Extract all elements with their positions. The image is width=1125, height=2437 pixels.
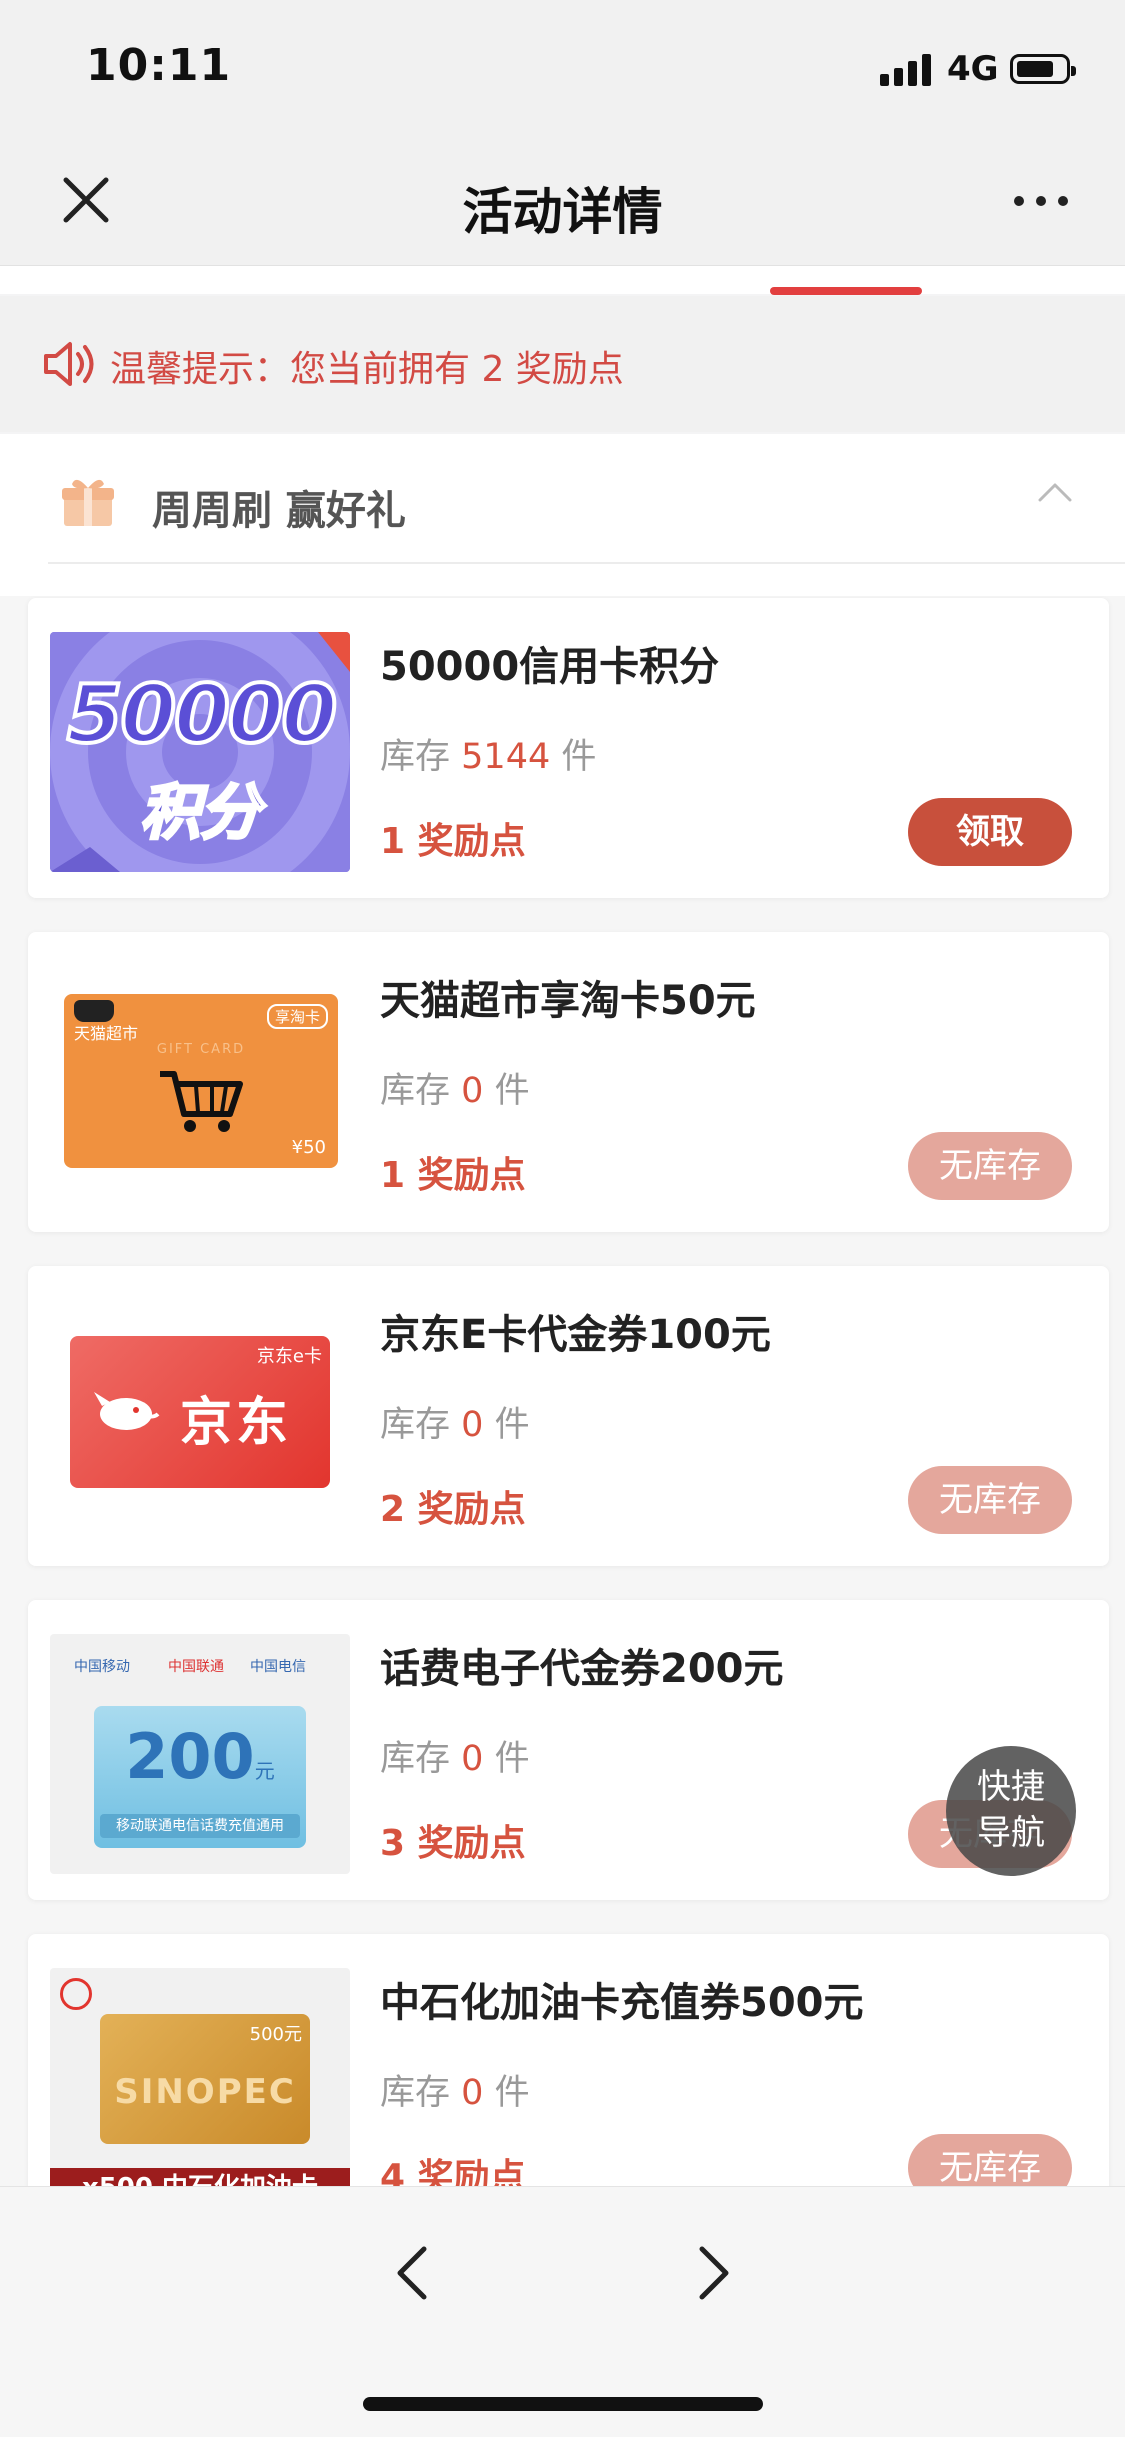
chevron-left-icon[interactable] — [392, 2243, 432, 2303]
item-stock: 库存 5144 件 — [380, 737, 597, 777]
network-type: 4G — [947, 49, 999, 89]
item-thumbnail: 京东e卡 京东 — [50, 1300, 350, 1540]
reward-card: 天猫超市 享淘卡 GIFT CARD ¥50 天猫超市享淘卡50元 库存 0 件… — [28, 932, 1109, 1232]
quick-nav-line2: 导航 — [977, 1813, 1045, 1853]
reward-list: 50000 积分 50000信用卡积分 库存 5144 件 1 奖励点 领取 天… — [0, 596, 1125, 2194]
sinopec-logo-icon — [60, 1978, 92, 2010]
voucher-caption: 移动联通电信话费充值通用 — [100, 1814, 300, 1838]
phone-voucher: 200元 移动联通电信话费充值通用 — [94, 1706, 306, 1848]
item-thumbnail: 500元 SINOPEC x500 中石化加油卡 — [50, 1968, 350, 2194]
cart-icon — [160, 1071, 243, 1132]
carrier-telecom: 中国电信 — [250, 1659, 306, 1675]
item-points: 1 奖励点 — [380, 821, 526, 862]
tmall-brand: 天猫超市 — [74, 1024, 139, 1043]
status-time: 10:11 — [86, 40, 232, 91]
jd-corner-label: 京东e卡 — [256, 1346, 322, 1367]
claim-button[interactable]: 领取 — [908, 798, 1072, 866]
out-of-stock-button[interactable]: 无库存 — [908, 2134, 1072, 2194]
quick-nav-button[interactable]: 快捷 导航 — [946, 1746, 1076, 1876]
sinopec-card: 500元 SINOPEC — [100, 2014, 310, 2144]
carrier-mobile: 中国移动 — [74, 1659, 130, 1675]
quick-nav-line1: 快捷 — [977, 1767, 1045, 1807]
sinopec-brand: SINOPEC — [114, 2072, 296, 2112]
page-title: 活动详情 — [462, 183, 663, 241]
tab-strip — [0, 266, 1125, 294]
item-points: 3 奖励点 — [380, 1823, 526, 1864]
chevron-right-icon[interactable] — [694, 2243, 734, 2303]
more-icon[interactable] — [1012, 188, 1072, 212]
reward-panel: 周周刷 赢好礼 50000 积分 50000信用卡积分 库存 5144 件 1 … — [0, 434, 1125, 2194]
reward-card: 京东e卡 京东 京东E卡代金券100元 库存 0 件 2 奖励点 无库存 — [28, 1266, 1109, 1566]
voucher-amount: 200 — [125, 1720, 255, 1793]
jd-card: 京东e卡 京东 — [70, 1336, 330, 1488]
home-indicator[interactable] — [363, 2397, 763, 2411]
item-title: 中石化加油卡充值券500元 — [380, 1980, 864, 2026]
item-thumbnail: 天猫超市 享淘卡 GIFT CARD ¥50 — [50, 966, 350, 1206]
item-title: 天猫超市享淘卡50元 — [380, 978, 756, 1024]
section-header[interactable]: 周周刷 赢好礼 — [0, 434, 1125, 564]
out-of-stock-button[interactable]: 无库存 — [908, 1132, 1072, 1200]
item-stock: 库存 0 件 — [380, 1405, 530, 1445]
tmall-amount: ¥50 — [291, 1137, 326, 1158]
sinopec-amount: 500元 — [249, 2024, 302, 2045]
tmall-tag: 享淘卡 — [266, 1004, 328, 1029]
points-big-text: 50000 — [65, 666, 339, 763]
nav-bar: 活动详情 — [0, 140, 1125, 266]
reward-card: 500元 SINOPEC x500 中石化加油卡 中石化加油卡充值券500元 库… — [28, 1934, 1109, 2194]
item-title: 50000信用卡积分 — [380, 644, 720, 690]
gift-icon — [60, 474, 116, 530]
item-thumbnail: 50000 积分 — [50, 632, 350, 872]
tmall-cat-icon — [74, 1000, 114, 1022]
item-stock: 库存 0 件 — [380, 1739, 530, 1779]
points-sub-text: 积分 — [139, 777, 262, 850]
divider — [48, 562, 1125, 564]
reward-card: 50000 积分 50000信用卡积分 库存 5144 件 1 奖励点 领取 — [28, 598, 1109, 898]
speaker-icon — [42, 338, 98, 390]
signal-icon — [880, 54, 936, 86]
jd-brand: 京东 — [180, 1393, 293, 1453]
notice-bar: 温馨提示：您当前拥有 2 奖励点 — [0, 296, 1125, 432]
item-thumbnail: 中国移动 中国联通 中国电信 200元 移动联通电信话费充值通用 — [50, 1634, 350, 1874]
item-points: 2 奖励点 — [380, 1489, 526, 1530]
item-points: 1 奖励点 — [380, 1155, 526, 1196]
notice-text: 温馨提示：您当前拥有 2 奖励点 — [110, 349, 624, 390]
jd-dog-icon — [94, 1392, 160, 1430]
item-title: 京东E卡代金券100元 — [380, 1312, 771, 1358]
item-stock: 库存 0 件 — [380, 1071, 530, 1111]
voucher-unit: 元 — [254, 1759, 275, 1783]
tab-indicator — [770, 287, 922, 295]
out-of-stock-button[interactable]: 无库存 — [908, 1466, 1072, 1534]
tmall-card: 天猫超市 享淘卡 GIFT CARD ¥50 — [64, 994, 338, 1168]
carrier-logos: 中国移动 中国联通 中国电信 — [64, 1652, 344, 1682]
browser-bottom-bar — [0, 2186, 1125, 2437]
status-bar: 10:11 4G — [0, 0, 1125, 140]
section-title: 周周刷 赢好礼 — [152, 488, 406, 534]
item-stock: 库存 0 件 — [380, 2073, 530, 2113]
chevron-up-icon[interactable] — [1038, 482, 1072, 502]
carrier-unicom: 中国联通 — [168, 1659, 224, 1675]
item-title: 话费电子代金券200元 — [380, 1646, 784, 1692]
battery-icon — [1010, 54, 1076, 84]
tmall-caption: GIFT CARD — [156, 1042, 246, 1057]
